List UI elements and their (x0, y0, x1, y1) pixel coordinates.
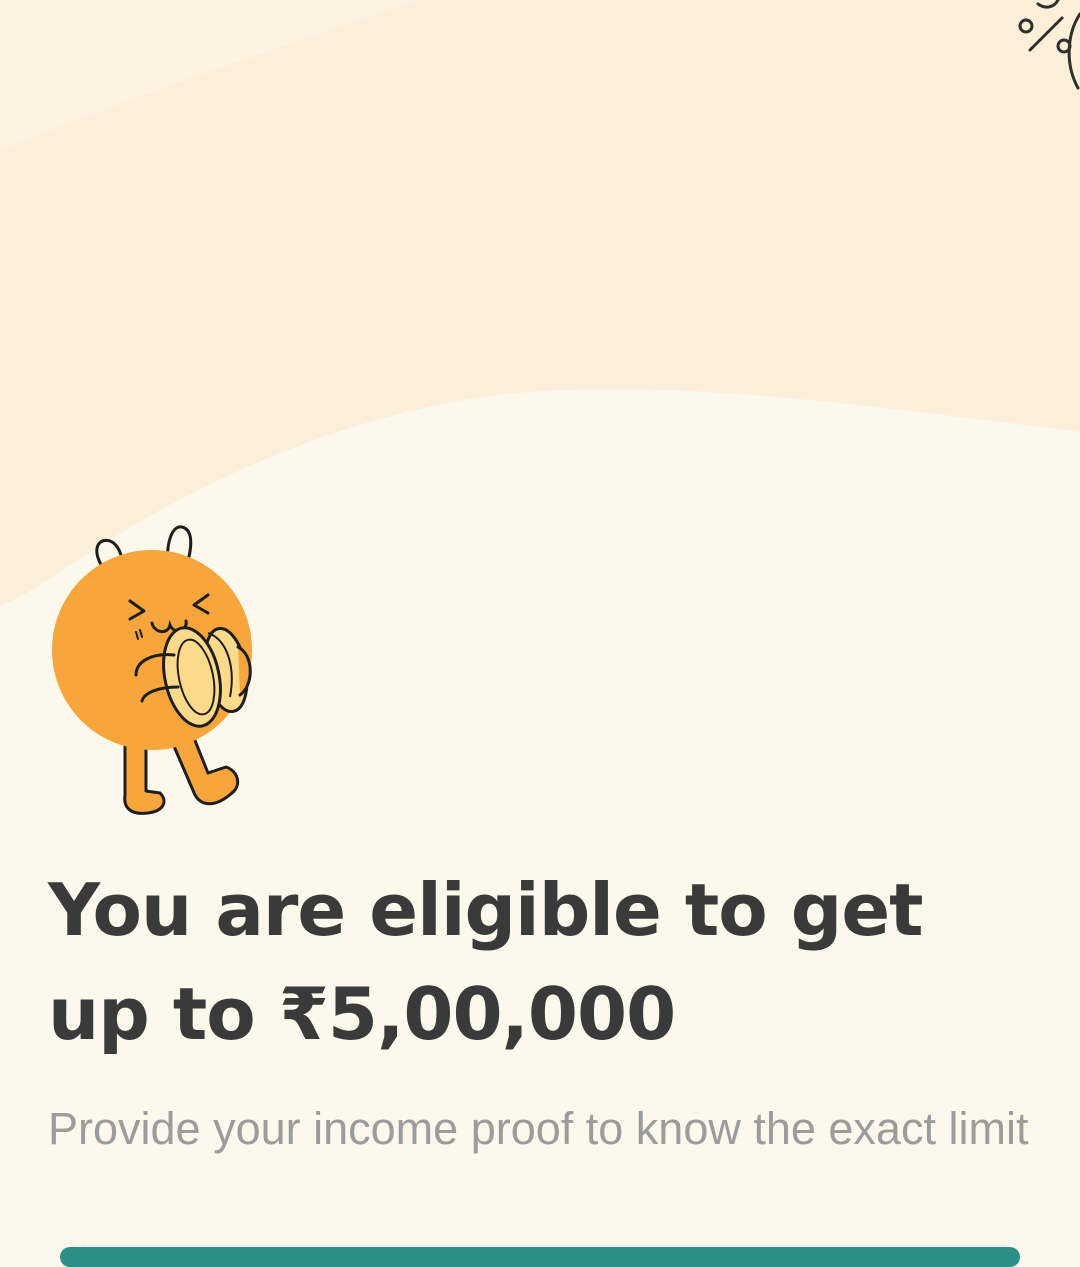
headline-line-1: You are eligible to get (48, 868, 924, 952)
headline-line-2: up to ₹5,00,000 (48, 972, 676, 1056)
continue-button[interactable] (60, 1247, 1020, 1267)
mascot-illustration (52, 525, 252, 815)
eligibility-headline: You are eligible to get up to ₹5,00,000 (48, 858, 1048, 1066)
percent-confetti-icon (1018, 0, 1080, 90)
income-proof-subtext: Provide your income proof to know the ex… (48, 1103, 1029, 1154)
